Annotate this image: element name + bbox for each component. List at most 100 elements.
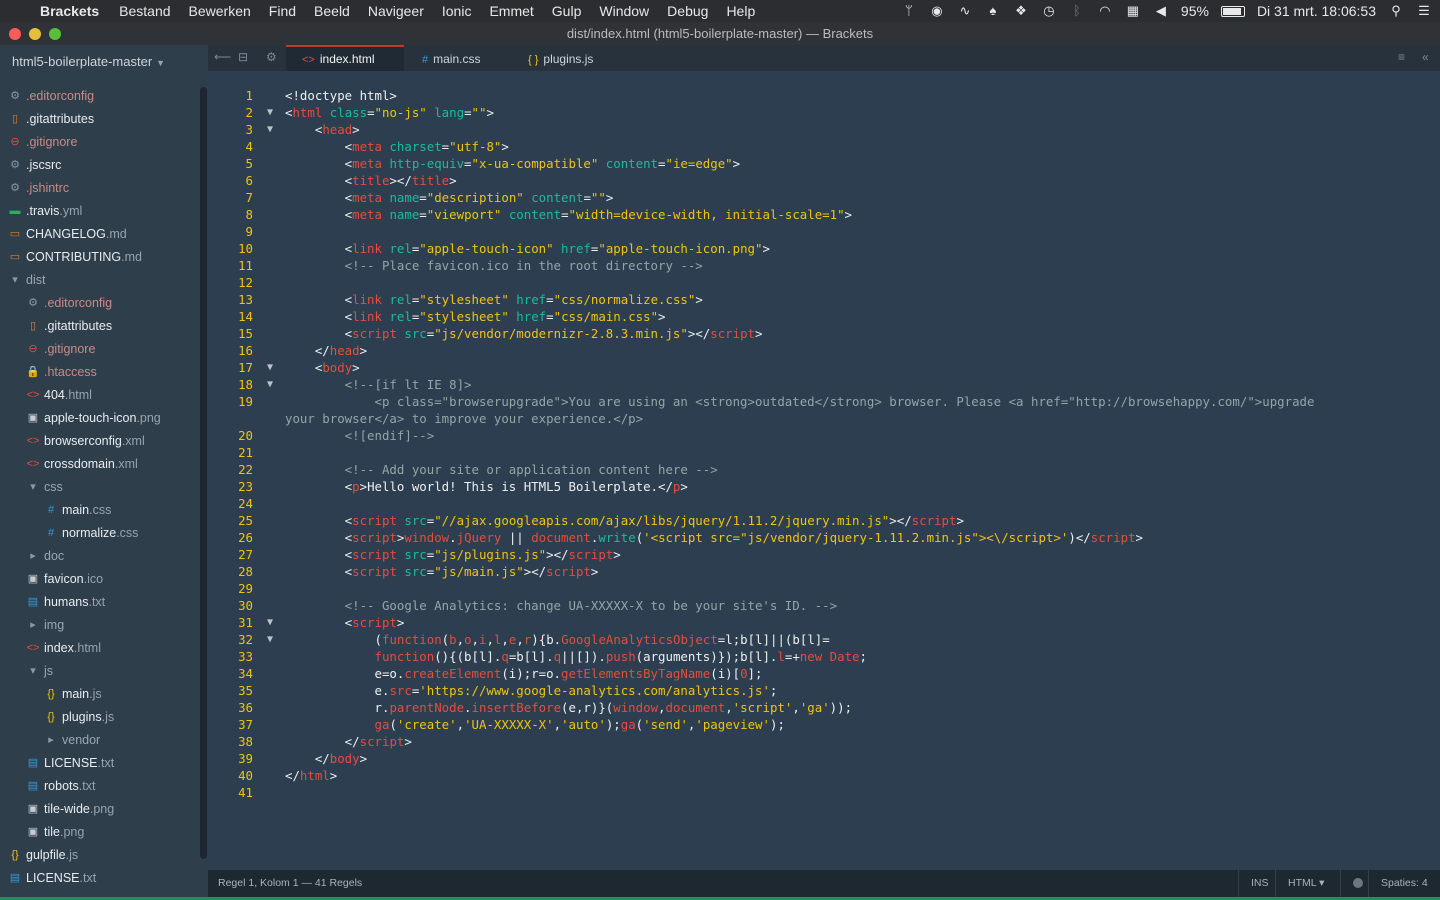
- code-line[interactable]: 3 ▼ <head>: [208, 121, 1440, 138]
- tree-file[interactable]: ⊖ .gitignore: [0, 338, 200, 361]
- tree-file[interactable]: ▤ LICENSE .txt: [0, 867, 200, 890]
- code-line[interactable]: your browser</a> to improve your experie…: [208, 410, 1440, 427]
- code-line[interactable]: 26 <script>window.jQuery || document.wri…: [208, 529, 1440, 546]
- code-line[interactable]: 13 <link rel="stylesheet" href="css/norm…: [208, 291, 1440, 308]
- tree-file[interactable]: {} gulpfile .js: [0, 844, 200, 867]
- fold-arrow-icon[interactable]: ▼: [267, 376, 273, 393]
- code-line[interactable]: 38 </script>: [208, 733, 1440, 750]
- code-line[interactable]: 40 </html>: [208, 767, 1440, 784]
- code-line[interactable]: 19 <p class="browserupgrade">You are usi…: [208, 393, 1440, 410]
- code-line[interactable]: 22 <!-- Add your site or application con…: [208, 461, 1440, 478]
- volume-icon[interactable]: ◀: [1153, 4, 1169, 18]
- tree-file[interactable]: ⚙ .jscsrc: [0, 154, 200, 177]
- menu-gulp[interactable]: Gulp: [552, 3, 582, 19]
- menu-beeld[interactable]: Beeld: [314, 3, 350, 19]
- tree-file[interactable]: # main .css: [0, 499, 200, 522]
- tree-file[interactable]: <> crossdomain .xml: [0, 453, 200, 476]
- tree-file[interactable]: # normalize .css: [0, 522, 200, 545]
- tree-folder[interactable]: ▸ vendor: [0, 729, 200, 752]
- code-line[interactable]: 17 ▼ <body>: [208, 359, 1440, 376]
- bluetooth-icon[interactable]: ᛒ: [1069, 4, 1085, 18]
- linter-status[interactable]: [1340, 870, 1368, 897]
- fold-arrow-icon[interactable]: ▼: [267, 614, 273, 631]
- tree-folder[interactable]: ▾ dist: [0, 269, 200, 292]
- tree-file[interactable]: ⊖ .gitignore: [0, 131, 200, 154]
- code-line[interactable]: 39 </body>: [208, 750, 1440, 767]
- antenna-icon[interactable]: ᛘ: [901, 4, 917, 18]
- tree-file[interactable]: ▣ favicon .ico: [0, 568, 200, 591]
- tree-file[interactable]: ▭ CONTRIBUTING .md: [0, 246, 200, 269]
- close-window-button[interactable]: [9, 28, 21, 40]
- menu-bestand[interactable]: Bestand: [119, 3, 170, 19]
- code-line[interactable]: 6 <title></title>: [208, 172, 1440, 189]
- notification-center-icon[interactable]: ☰: [1416, 4, 1432, 18]
- spotlight-icon[interactable]: ⚲: [1388, 4, 1404, 18]
- tab-plugins-js[interactable]: { } plugins.js: [512, 45, 622, 71]
- menu-ionic[interactable]: Ionic: [442, 3, 472, 19]
- record-icon[interactable]: ◉: [929, 4, 945, 18]
- tree-file[interactable]: ▬ .travis .yml: [0, 200, 200, 223]
- maximize-window-button[interactable]: [49, 28, 61, 40]
- minimize-window-button[interactable]: [29, 28, 41, 40]
- tree-folder[interactable]: ▸ doc: [0, 545, 200, 568]
- tree-file[interactable]: <> index .html: [0, 637, 200, 660]
- code-line[interactable]: 33 function(){(b[l].q=b[l].q||[]).push(a…: [208, 648, 1440, 665]
- code-line[interactable]: 2 ▼ <html class="no-js" lang="">: [208, 104, 1440, 121]
- code-line[interactable]: 21: [208, 444, 1440, 461]
- menu-app[interactable]: Brackets: [40, 3, 99, 19]
- tree-file[interactable]: <> browserconfig .xml: [0, 430, 200, 453]
- dropbox-icon[interactable]: ❖: [1013, 4, 1029, 18]
- code-line[interactable]: 15 <script src="js/vendor/modernizr-2.8.…: [208, 325, 1440, 342]
- notification-bell-icon[interactable]: ♠: [985, 4, 1001, 18]
- indentation-setting[interactable]: Spaties: 4: [1368, 870, 1440, 897]
- code-line[interactable]: 1 <!doctype html>: [208, 87, 1440, 104]
- code-line[interactable]: 30 <!-- Google Analytics: change UA-XXXX…: [208, 597, 1440, 614]
- code-line[interactable]: 18 ▼ <!--[if lt IE 8]>: [208, 376, 1440, 393]
- code-line[interactable]: 36 r.parentNode.insertBefore(e,r)}(windo…: [208, 699, 1440, 716]
- wifi-icon[interactable]: ◠: [1097, 4, 1113, 18]
- menu-find[interactable]: Find: [269, 3, 296, 19]
- code-line[interactable]: 32 ▼ (function(b,o,i,l,e,r){b.GoogleAnaly…: [208, 631, 1440, 648]
- menu-emmet[interactable]: Emmet: [489, 3, 533, 19]
- tree-file[interactable]: {} plugins .js: [0, 706, 200, 729]
- tree-file[interactable]: ▣ tile-wide .png: [0, 798, 200, 821]
- code-line[interactable]: 34 e=o.createElement(i);r=o.getElementsB…: [208, 665, 1440, 682]
- code-line[interactable]: 25 <script src="//ajax.googleapis.com/aj…: [208, 512, 1440, 529]
- split-view-icon[interactable]: ⊟: [238, 50, 248, 64]
- code-line[interactable]: 9: [208, 223, 1440, 240]
- code-line[interactable]: 11 <!-- Place favicon.ico in the root di…: [208, 257, 1440, 274]
- tree-file[interactable]: {} main .js: [0, 683, 200, 706]
- code-line[interactable]: 31 ▼ <script>: [208, 614, 1440, 631]
- tree-file[interactable]: 🔒 .htaccess: [0, 361, 200, 384]
- project-dropdown[interactable]: html5-boilerplate-master ▼: [0, 45, 208, 79]
- fold-arrow-icon[interactable]: ▼: [267, 104, 273, 121]
- code-line[interactable]: 27 <script src="js/plugins.js"></script>: [208, 546, 1440, 563]
- code-line[interactable]: 14 <link rel="stylesheet" href="css/main…: [208, 308, 1440, 325]
- sidebar-scrollbar[interactable]: [200, 87, 207, 859]
- tree-file[interactable]: ▣ apple-touch-icon .png: [0, 407, 200, 430]
- code-line[interactable]: 35 e.src='https://www.google-analytics.c…: [208, 682, 1440, 699]
- tree-file[interactable]: ⚙ .editorconfig: [0, 85, 200, 108]
- tree-file[interactable]: ⚙ .jshintrc: [0, 177, 200, 200]
- code-line[interactable]: 23 <p>Hello world! This is HTML5 Boilerp…: [208, 478, 1440, 495]
- fold-arrow-icon[interactable]: ▼: [267, 359, 273, 376]
- code-line[interactable]: 29: [208, 580, 1440, 597]
- code-line[interactable]: 5 <meta http-equiv="x-ua-compatible" con…: [208, 155, 1440, 172]
- collapse-icon[interactable]: «: [1422, 50, 1429, 64]
- menu-debug[interactable]: Debug: [667, 3, 708, 19]
- code-line[interactable]: 10 <link rel="apple-touch-icon" href="ap…: [208, 240, 1440, 257]
- tree-file[interactable]: ⚙ .editorconfig: [0, 292, 200, 315]
- clock[interactable]: Di 31 mrt. 18:06:53: [1257, 3, 1376, 19]
- code-line[interactable]: 8 <meta name="viewport" content="width=d…: [208, 206, 1440, 223]
- menu-help[interactable]: Help: [726, 3, 755, 19]
- menu-extra-icon[interactable]: ▦: [1125, 4, 1141, 18]
- list-icon[interactable]: ≡: [1398, 50, 1405, 64]
- back-arrow-icon[interactable]: ⟵: [214, 50, 231, 64]
- menu-navigeer[interactable]: Navigeer: [368, 3, 424, 19]
- tree-file[interactable]: ▯ .gitattributes: [0, 315, 200, 338]
- code-line[interactable]: 12: [208, 274, 1440, 291]
- code-line[interactable]: 28 <script src="js/main.js"></script>: [208, 563, 1440, 580]
- tree-file[interactable]: ▯ .gitattributes: [0, 108, 200, 131]
- code-line[interactable]: 20 <![endif]-->: [208, 427, 1440, 444]
- tree-file[interactable]: ▭ CHANGELOG .md: [0, 223, 200, 246]
